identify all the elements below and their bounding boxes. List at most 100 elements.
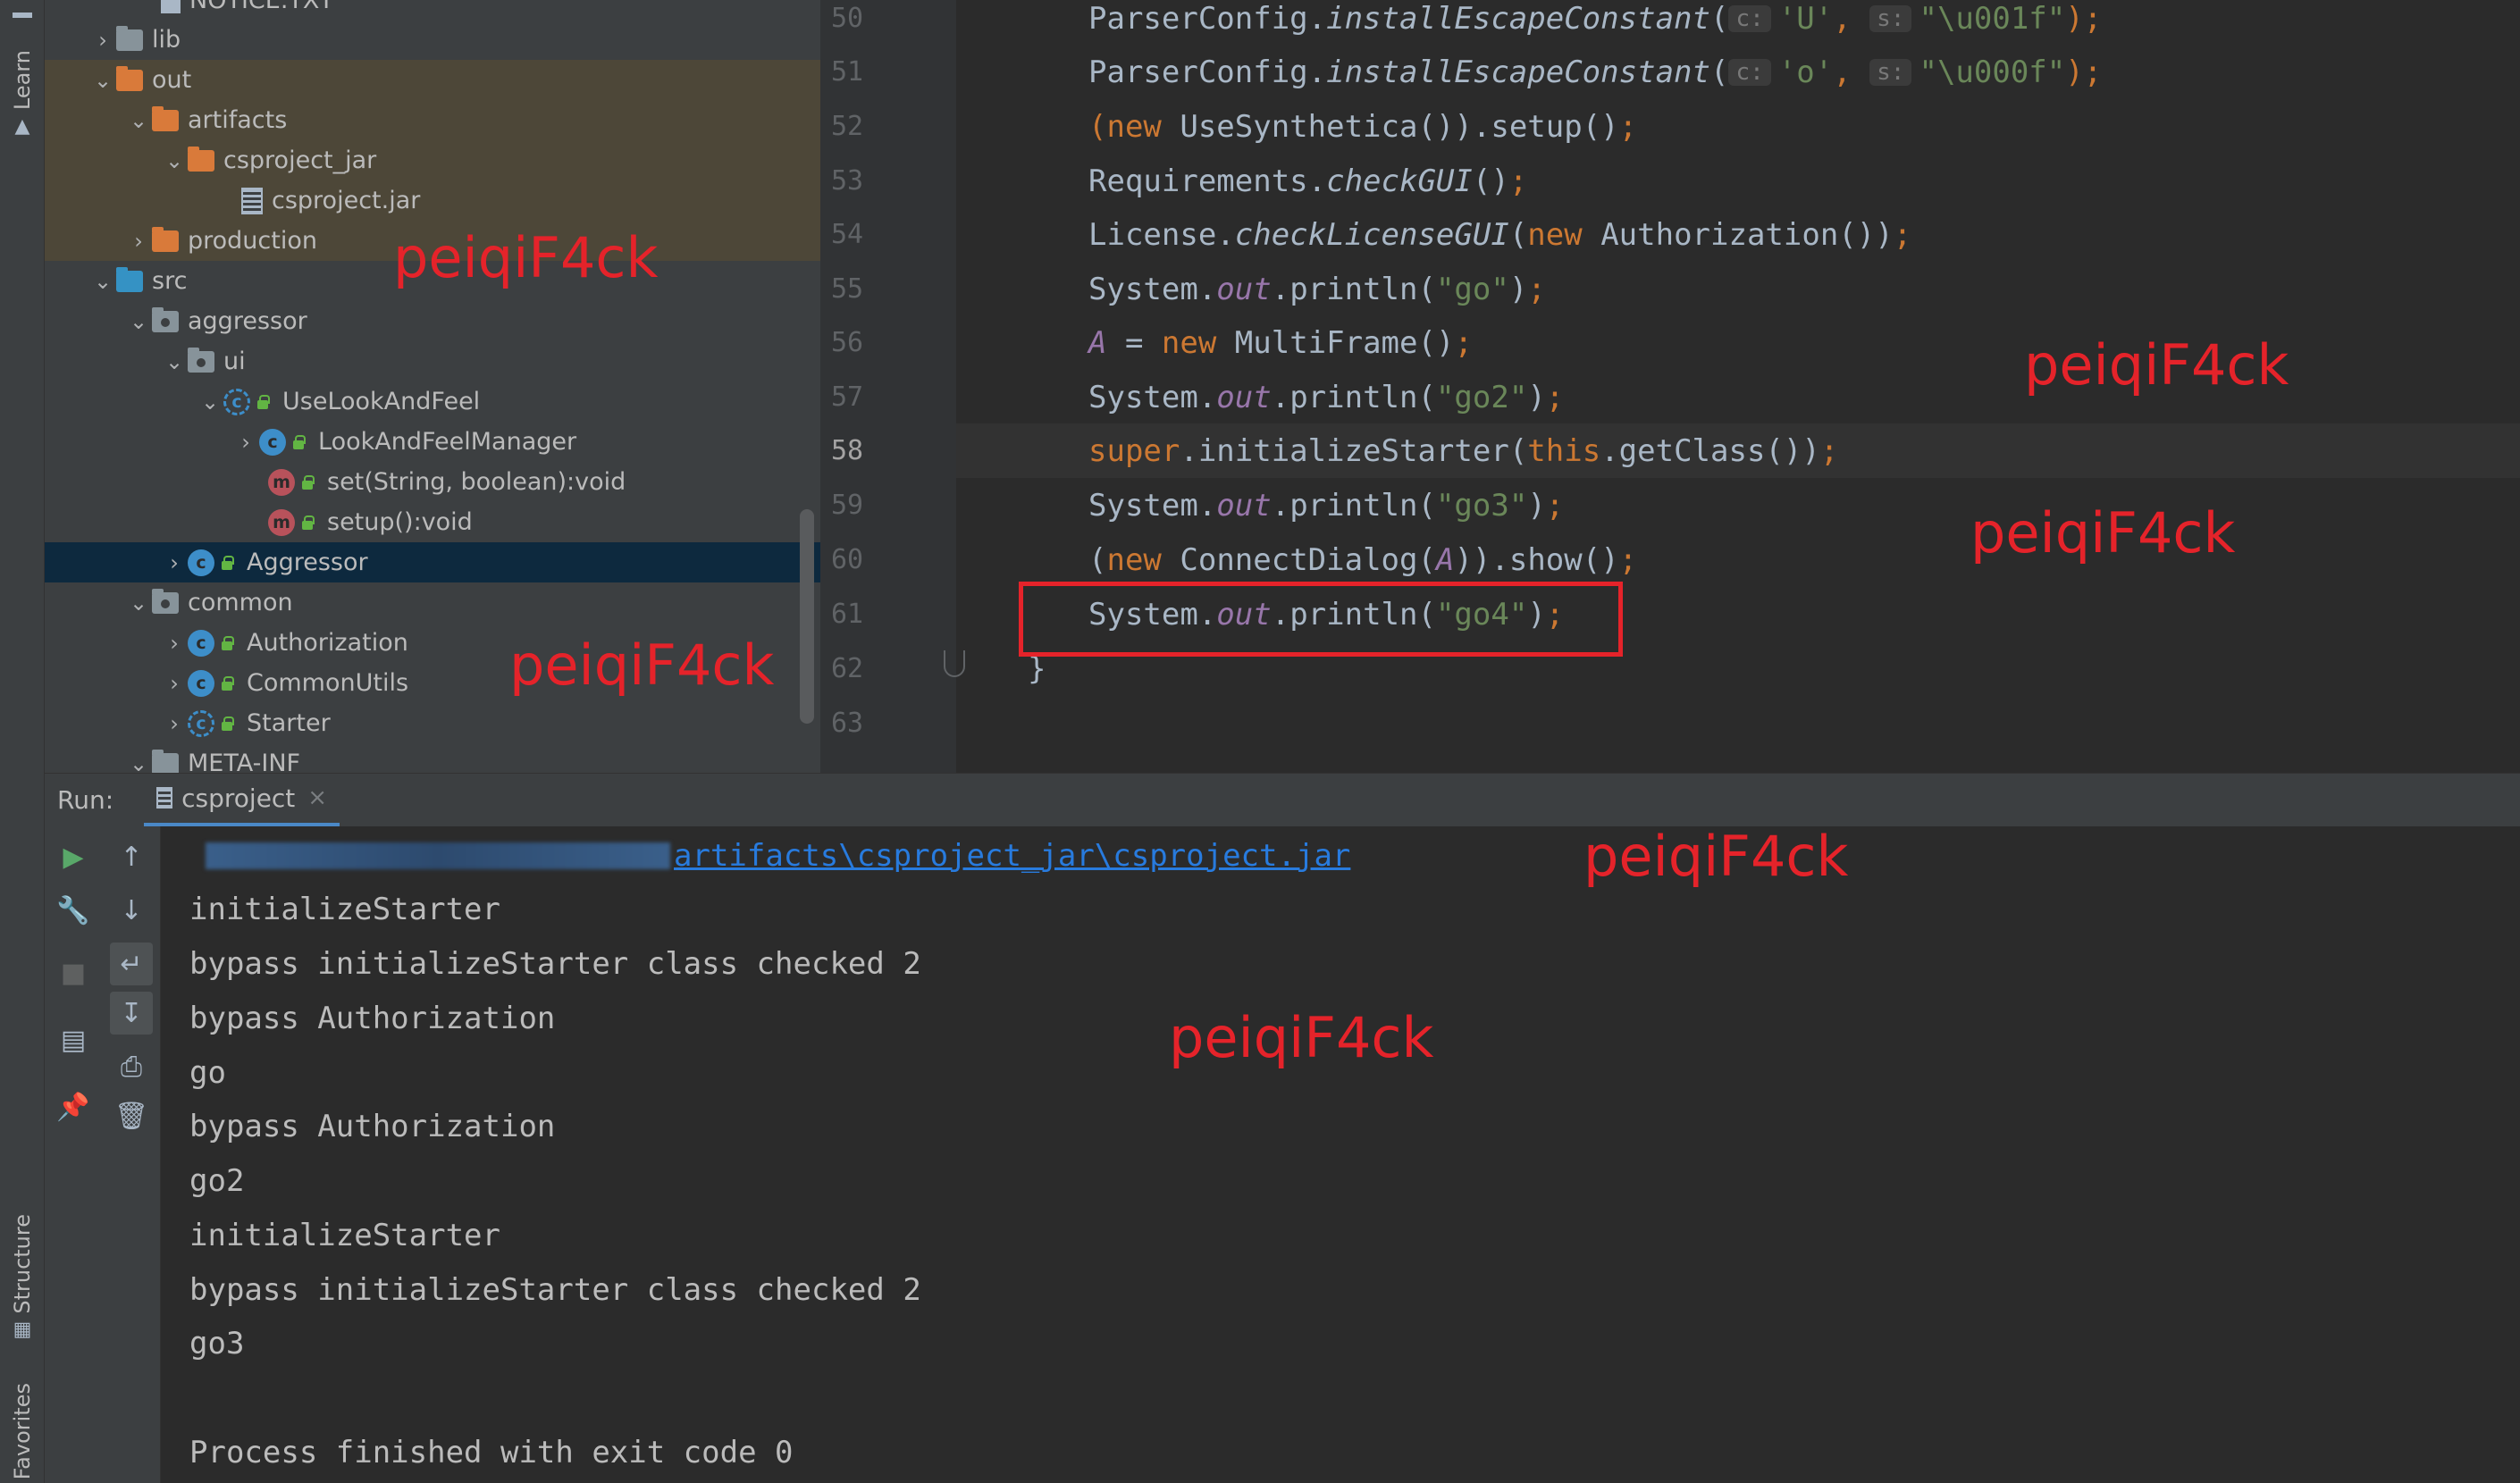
project-tree-scrollbar[interactable] bbox=[800, 509, 814, 724]
modify-run-configuration-button[interactable]: 🔧 bbox=[52, 889, 95, 932]
folder-icon bbox=[152, 105, 179, 131]
lock-icon bbox=[291, 434, 306, 449]
line-number: 53 bbox=[831, 165, 864, 197]
fold-marker-icon[interactable] bbox=[944, 650, 965, 677]
console-exit-line: Process finished with exit code 0 bbox=[189, 1434, 794, 1470]
structure-tool-tab[interactable]: Structure ▦ bbox=[0, 1206, 45, 1349]
chevron-down-icon[interactable]: ⌄ bbox=[161, 148, 188, 173]
line-number: 51 bbox=[831, 56, 864, 88]
tree-item-label: Authorization bbox=[247, 629, 408, 657]
console-line: initializeStarter bbox=[189, 891, 500, 927]
trash-icon: 🗑 bbox=[113, 1100, 149, 1132]
tree-item-label: csproject.jar bbox=[272, 187, 421, 214]
folder-icon bbox=[188, 146, 214, 172]
chevron-down-icon[interactable]: ⌄ bbox=[89, 269, 116, 294]
stop-button[interactable]: ■ bbox=[52, 951, 95, 994]
tree-item-csproject-jar[interactable]: csproject.jar bbox=[45, 180, 820, 221]
console-line: bypass Authorization bbox=[189, 1000, 556, 1036]
clear-all-button[interactable]: 🗑 bbox=[110, 1094, 153, 1137]
parameter-hint: c: bbox=[1728, 58, 1771, 86]
arrow-down-icon: ↓ bbox=[120, 894, 143, 926]
chevron-right-icon[interactable]: › bbox=[161, 550, 188, 575]
line-number: 62 bbox=[831, 653, 864, 684]
pin-tab-button[interactable]: 📌 bbox=[52, 1085, 95, 1128]
chevron-down-icon[interactable]: ⌄ bbox=[161, 349, 188, 374]
code-line-51: ParserConfig. installEscapeConstant(c:'o'… bbox=[1088, 54, 2103, 90]
line-number: 57 bbox=[831, 381, 864, 413]
tree-item-label: Aggressor bbox=[247, 549, 368, 576]
soft-wrap-button[interactable]: ↵ bbox=[110, 943, 153, 985]
tree-item-starter[interactable]: › c Starter bbox=[45, 703, 820, 743]
tree-item-lookandfeelmanager[interactable]: › c LookAndFeelManager bbox=[45, 422, 820, 462]
structure-icon: ▦ bbox=[13, 1319, 32, 1342]
watermark-text: peiqiF4ck bbox=[1970, 500, 2236, 566]
tree-item-label: setup():void bbox=[327, 508, 473, 536]
down-stack-button[interactable]: ↓ bbox=[110, 889, 153, 932]
favorites-tab-label: Favorites bbox=[10, 1383, 35, 1480]
close-icon[interactable]: × bbox=[307, 784, 327, 811]
chevron-right-icon[interactable]: › bbox=[161, 711, 188, 736]
tree-item-meta-inf[interactable]: ⌄ META-INF bbox=[45, 743, 820, 773]
lock-icon bbox=[220, 555, 234, 570]
chevron-right-icon[interactable]: › bbox=[161, 671, 188, 696]
jar-file-icon bbox=[241, 187, 263, 214]
tree-item-out[interactable]: ⌄ out bbox=[45, 60, 820, 100]
line-number: 63 bbox=[831, 708, 864, 739]
code-line-60: (new ConnectDialog(A)).show(); bbox=[1088, 541, 1638, 578]
chevron-right-icon[interactable]: › bbox=[89, 28, 116, 53]
console-output[interactable] bbox=[161, 826, 2520, 1483]
code-line-50: ParserConfig. installEscapeConstant(c: 'U'… bbox=[1088, 0, 2103, 37]
watermark-text: peiqiF4ck bbox=[1583, 824, 1849, 889]
tree-item-label: Starter bbox=[247, 709, 331, 737]
learn-tool-tab[interactable]: Learn ▲ bbox=[0, 45, 45, 143]
chevron-right-icon[interactable]: › bbox=[232, 430, 259, 455]
chevron-down-icon[interactable]: ⌄ bbox=[125, 751, 152, 774]
tree-item-lib[interactable]: › lib bbox=[45, 20, 820, 60]
left-tool-strip: Learn ▲ Structure ▦ Favorites bbox=[0, 0, 45, 1483]
pin-icon: 📌 bbox=[56, 1091, 90, 1123]
tree-item-set-method[interactable]: m set(String, boolean):void bbox=[45, 462, 820, 502]
chevron-down-icon[interactable]: ⌄ bbox=[89, 68, 116, 93]
tree-item-label: META-INF bbox=[188, 750, 301, 773]
favorites-tool-tab[interactable]: Favorites bbox=[0, 1380, 45, 1483]
up-stack-button[interactable]: ↑ bbox=[110, 835, 153, 878]
tree-item-ui[interactable]: ⌄ ui bbox=[45, 341, 820, 381]
print-button[interactable]: ⎙ bbox=[110, 1045, 153, 1088]
chevron-down-icon[interactable]: ⌄ bbox=[125, 108, 152, 133]
redacted-path bbox=[206, 842, 670, 869]
tree-item-label: lib bbox=[152, 26, 181, 54]
chevron-right-icon[interactable]: › bbox=[161, 631, 188, 656]
tree-item-common[interactable]: ⌄ common bbox=[45, 582, 820, 623]
run-toolbar-primary: ▶ 🔧 ■ ▤ 📌 bbox=[45, 826, 103, 1483]
printer-icon: ⎙ bbox=[121, 1051, 142, 1083]
folder-icon bbox=[152, 226, 179, 252]
chevron-down-icon[interactable]: ⌄ bbox=[125, 591, 152, 616]
chevron-down-icon[interactable]: ⌄ bbox=[197, 390, 223, 415]
tree-item-label: common bbox=[188, 589, 293, 616]
restore-layout-button[interactable]: ▤ bbox=[52, 1018, 95, 1061]
chevron-down-icon[interactable]: ⌄ bbox=[125, 309, 152, 334]
run-tab-csproject[interactable]: csproject × bbox=[144, 774, 340, 827]
lock-icon bbox=[300, 515, 315, 530]
scroll-to-end-icon: ↧ bbox=[120, 997, 143, 1029]
folder-icon bbox=[152, 749, 179, 773]
arrow-up-icon: ↑ bbox=[120, 841, 143, 873]
rerun-button[interactable]: ▶ bbox=[52, 835, 95, 878]
tree-item-aggressor[interactable]: ⌄ aggressor bbox=[45, 301, 820, 341]
tree-item-csproject-jar-folder[interactable]: ⌄ csproject_jar bbox=[45, 140, 820, 180]
tree-item-uselookandfeel[interactable]: ⌄ c UseLookAndFeel bbox=[45, 381, 820, 422]
tree-item-aggressor-class[interactable]: › c Aggressor bbox=[45, 542, 820, 582]
tree-item-artifacts[interactable]: ⌄ artifacts bbox=[45, 100, 820, 140]
chevron-right-icon[interactable]: › bbox=[125, 229, 152, 254]
tree-item-setup-method[interactable]: m setup():void bbox=[45, 502, 820, 542]
folder-icon bbox=[116, 65, 143, 91]
scroll-to-end-button[interactable]: ↧ bbox=[110, 992, 153, 1035]
console-line: bypass Authorization bbox=[189, 1108, 556, 1144]
console-jar-link[interactable]: artifacts\csproject_jar\csproject.jar bbox=[674, 838, 1350, 874]
console-command-line[interactable]: artifacts\csproject_jar\csproject.jar bbox=[206, 828, 1350, 883]
project-tool-tab[interactable] bbox=[0, 0, 45, 27]
tree-item-notice-txt[interactable]: NOTICE.TXT bbox=[45, 0, 820, 21]
class-icon: c bbox=[259, 428, 286, 456]
lock-icon bbox=[256, 394, 270, 409]
class-icon: c bbox=[188, 549, 214, 576]
